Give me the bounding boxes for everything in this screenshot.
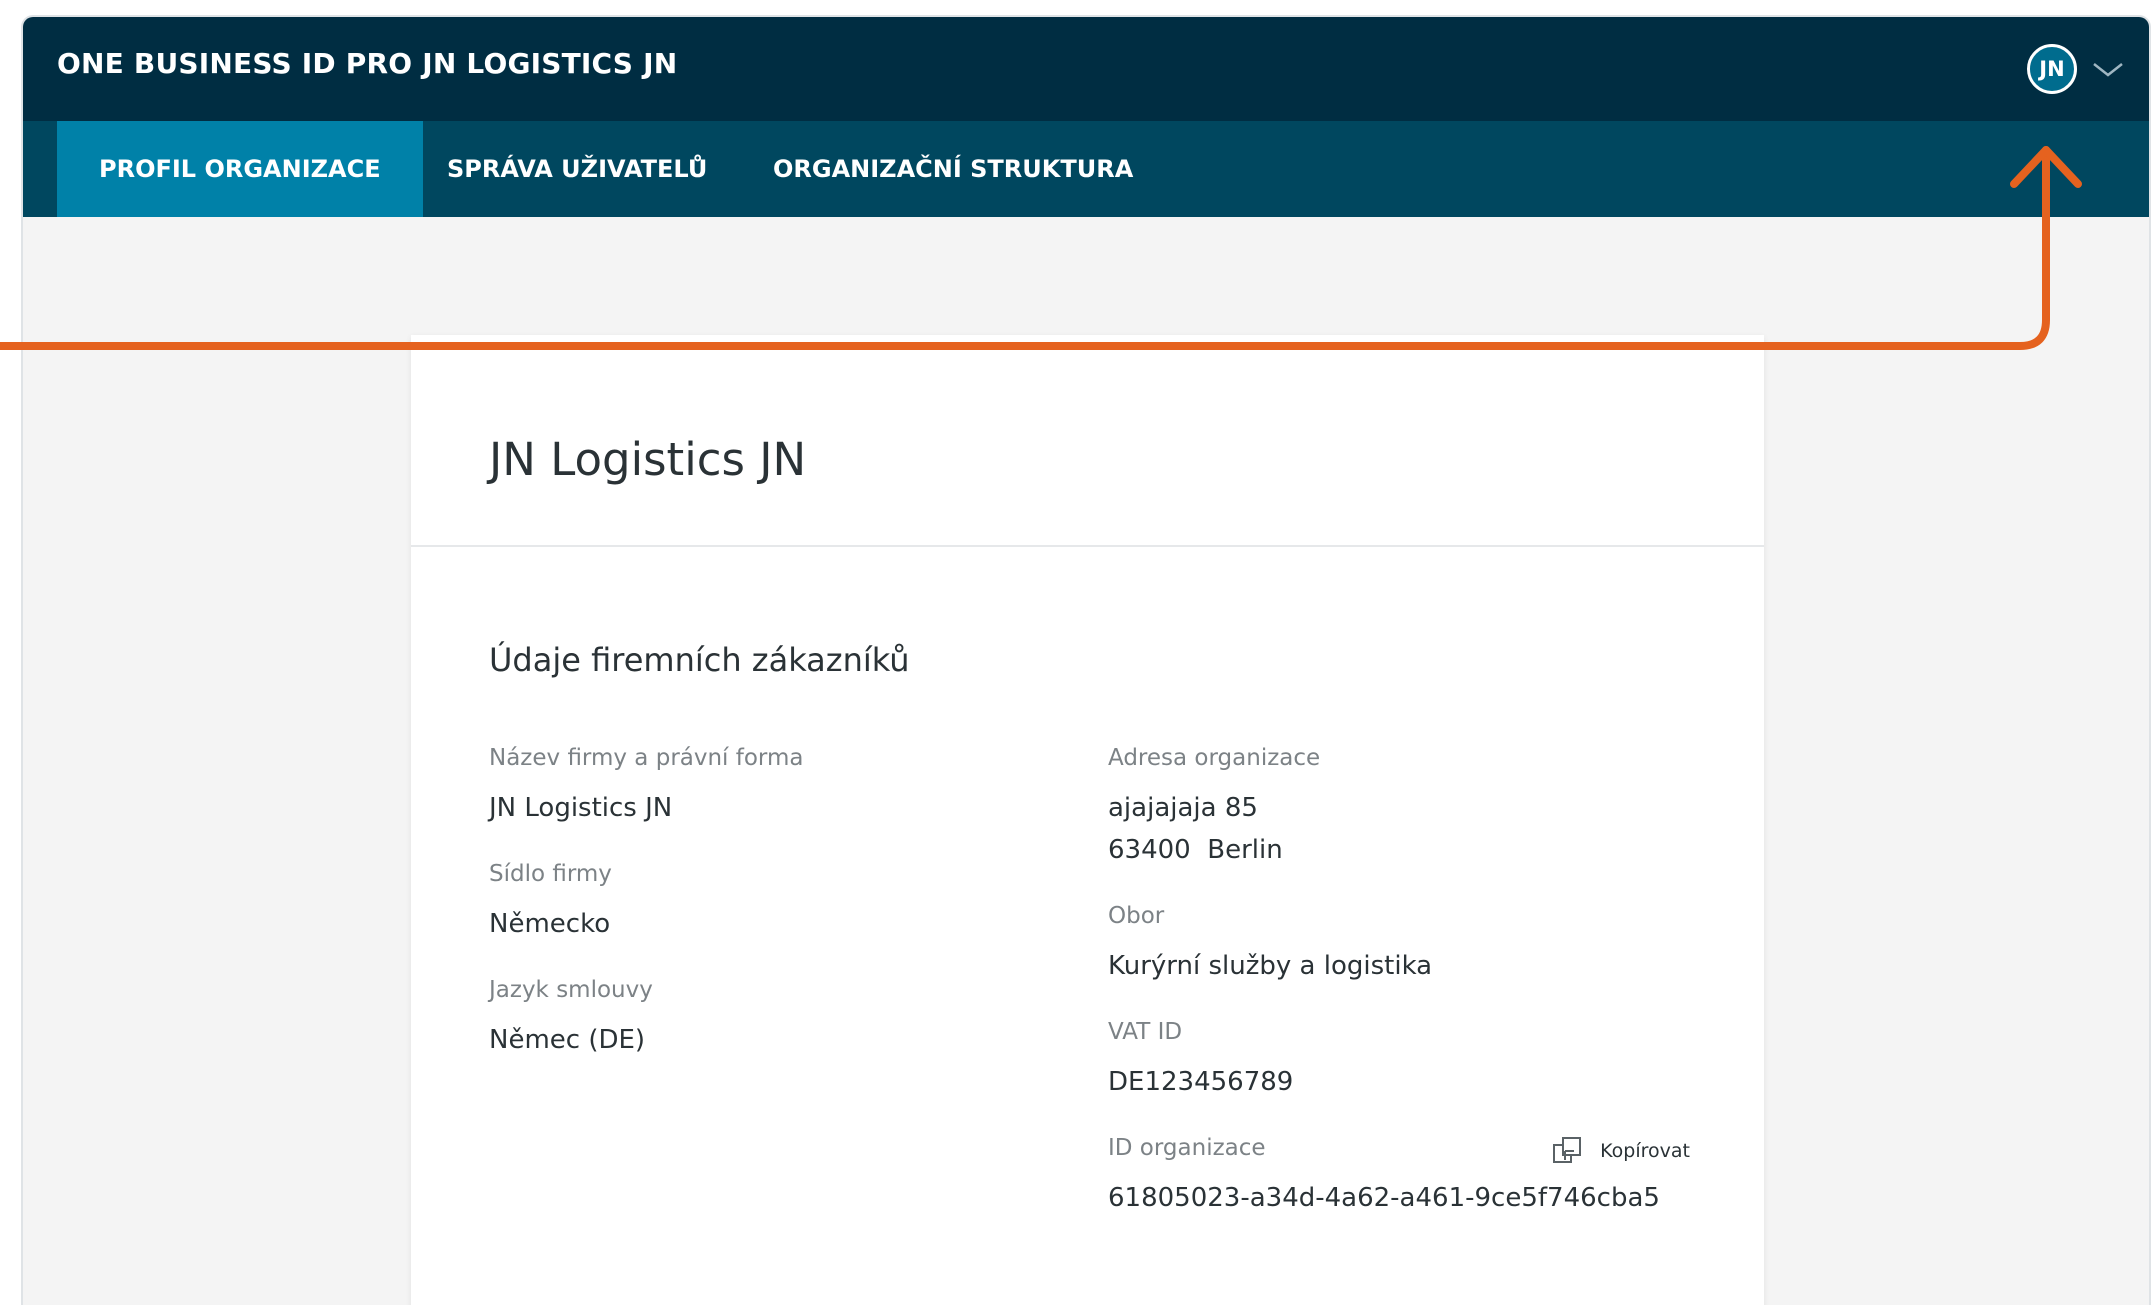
- tab-profil-organizace[interactable]: PROFIL ORGANIZACE: [57, 121, 423, 217]
- field-value: DE123456789: [1108, 1067, 1294, 1097]
- app-title: ONE BUSINESS ID PRO JN LOGISTICS JN: [57, 47, 678, 80]
- field-value: JN Logistics JN: [489, 793, 673, 823]
- section-title: Údaje firemních zákazníků: [489, 641, 910, 679]
- card-header: JN Logistics JN: [411, 335, 1764, 547]
- copy-icon: [1553, 1137, 1582, 1163]
- company-seat-field: Sídlo firmy Německo: [489, 861, 612, 945]
- copy-button[interactable]: Kopírovat: [1552, 1136, 1690, 1166]
- organization-card: JN Logistics JN Údaje firemních zákazník…: [411, 335, 1764, 1305]
- company-name-field: Název firmy a právní forma JN Logistics …: [489, 745, 803, 829]
- address-line-2: 63400 Berlin: [1108, 835, 1283, 865]
- field-value: 61805023-a34d-4a62-a461-9ce5f746cba5: [1108, 1183, 1660, 1213]
- contract-language-field: Jazyk smlouvy Němec (DE): [489, 977, 653, 1061]
- top-bar: ONE BUSINESS ID PRO JN LOGISTICS JN JN: [23, 17, 2149, 121]
- tab-organizacni-struktura[interactable]: ORGANIZAČNÍ STRUKTURA: [773, 121, 1133, 217]
- vat-id-field: VAT ID DE123456789: [1108, 1019, 1293, 1103]
- field-label: Sídlo firmy: [489, 861, 612, 887]
- tab-bar: PROFIL ORGANIZACE SPRÁVA UŽIVATELŮ ORGAN…: [23, 121, 2149, 217]
- field-value: Kurýrní služby a logistika: [1108, 951, 1433, 981]
- field-label: VAT ID: [1108, 1019, 1183, 1045]
- industry-field: Obor Kurýrní služby a logistika: [1108, 903, 1432, 987]
- avatar[interactable]: JN: [2027, 44, 2077, 94]
- chevron-down-icon[interactable]: [2091, 59, 2125, 79]
- app-window: ONE BUSINESS ID PRO JN LOGISTICS JN JN P…: [21, 15, 2151, 1305]
- organization-name: JN Logistics JN: [489, 433, 807, 486]
- field-label: Jazyk smlouvy: [489, 977, 653, 1003]
- tab-sprava-uzivatelu[interactable]: SPRÁVA UŽIVATELŮ: [447, 121, 707, 217]
- field-value: Německo: [489, 909, 611, 939]
- field-label: Adresa organizace: [1108, 745, 1321, 771]
- field-label: Obor: [1108, 903, 1165, 929]
- copy-label[interactable]: Kopírovat: [1600, 1140, 1690, 1162]
- user-menu[interactable]: JN: [2027, 39, 2125, 99]
- field-label: Název firmy a právní forma: [489, 745, 804, 771]
- field-value: Němec (DE): [489, 1025, 646, 1055]
- organization-address-field: Adresa organizace ajajajaja 85 63400 Ber…: [1108, 745, 1320, 871]
- address-line-1: ajajajaja 85: [1108, 793, 1258, 823]
